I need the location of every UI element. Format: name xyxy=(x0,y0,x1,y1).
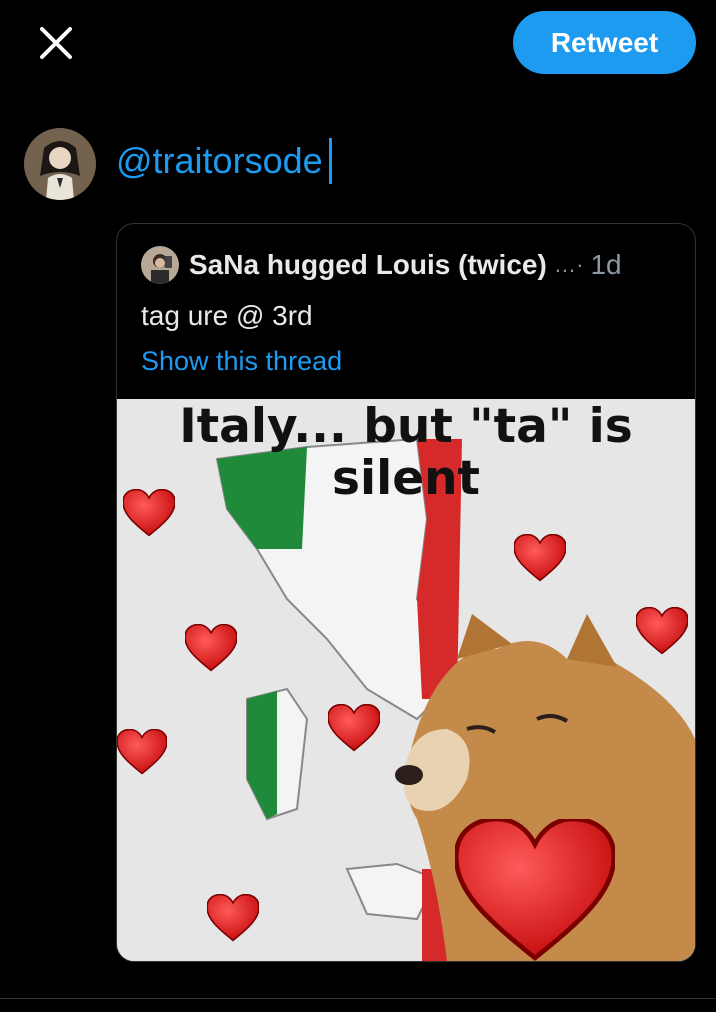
close-icon xyxy=(40,27,72,59)
retweet-compose-screen: Retweet @traitorsode SaNa hugged Louis (… xyxy=(0,0,716,1012)
meme-caption-line-2: silent xyxy=(332,451,480,506)
bottom-divider xyxy=(0,998,716,999)
quoted-tweet-image[interactable]: Italy... but "ta" is silent xyxy=(117,399,695,961)
quoted-tweet-text: tag ure @ 3rd xyxy=(141,300,313,331)
quoted-author-name: SaNa hugged Louis (twice) xyxy=(189,249,547,280)
meme-caption-line-1: Italy... but "ta" is xyxy=(179,399,633,454)
meme-caption: Italy... but "ta" is silent xyxy=(117,401,695,505)
compose-text: @traitorsode xyxy=(116,140,323,181)
user-avatar[interactable] xyxy=(24,128,96,200)
avatar-image xyxy=(24,128,96,200)
compose-text-input[interactable]: @traitorsode xyxy=(116,138,332,184)
retweet-button[interactable]: Retweet xyxy=(513,11,696,74)
quoted-tweet-card[interactable]: SaNa hugged Louis (twice) ...· 1d tag ur… xyxy=(116,223,696,962)
text-cursor xyxy=(328,138,332,184)
quoted-tweet-timestamp: 1d xyxy=(590,249,622,280)
show-thread-link[interactable]: Show this thread xyxy=(141,346,342,377)
name-truncation-ellipsis: ...· xyxy=(554,252,585,277)
close-button[interactable] xyxy=(28,18,84,68)
quoted-tweet-header: SaNa hugged Louis (twice) ...· 1d xyxy=(141,246,681,284)
quoted-author-avatar xyxy=(141,246,179,284)
